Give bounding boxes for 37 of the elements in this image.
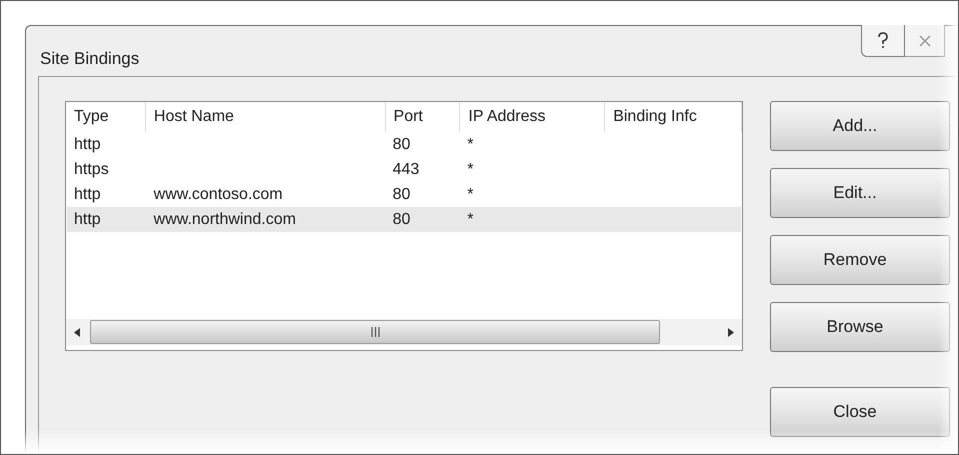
table-row[interactable]: http www.northwind.com 80 * [67,207,741,232]
column-header[interactable]: IP Address [460,102,606,132]
dialog-button[interactable]: Close [770,387,950,437]
table-cell-text: www.northwind.com [154,210,296,230]
horizontal-scrollbar[interactable] [66,319,742,345]
scrollbar-thumb[interactable] [90,320,660,344]
table-cell-text: http [74,210,101,230]
table-cell-text: http [74,134,101,154]
column-header[interactable]: Port [386,102,460,132]
table-row[interactable]: http 80 * [67,132,741,157]
column-header[interactable]: Type [66,102,146,132]
table-cell-text: http [74,184,101,204]
table-row[interactable]: http www.contoso.com 80 * [67,182,741,207]
column-header[interactable]: Host Name [146,102,386,132]
table-cell-text: * [467,160,474,180]
table-cell-text: 80 [392,210,410,230]
scroll-right-icon[interactable] [728,328,734,336]
close-icon [918,34,930,46]
dialog-button[interactable]: Remove [770,235,950,285]
help-icon [877,32,889,50]
table-cell-text: * [467,134,474,154]
grip-icon [370,327,380,337]
dialog-button[interactable]: Add... [770,101,950,151]
table-row[interactable]: https 443 * [67,157,741,182]
dialog-button[interactable]: Edit... [770,168,950,218]
scroll-left-icon[interactable] [74,328,80,336]
table-cell-text: 443 [392,160,420,180]
table-cell-text: 80 [392,184,410,204]
table-cell-text: https [74,160,109,180]
window-title: Site Bindings [40,48,140,70]
table-cell-text: * [467,210,474,230]
help-button[interactable] [861,25,905,57]
table-cell-text: 80 [392,134,410,154]
table-cell-text: * [467,184,474,204]
column-header[interactable]: Binding Infc [605,102,742,132]
table-cell-text: www.contoso.com [154,184,283,204]
dialog-button[interactable]: Browse [770,302,950,352]
